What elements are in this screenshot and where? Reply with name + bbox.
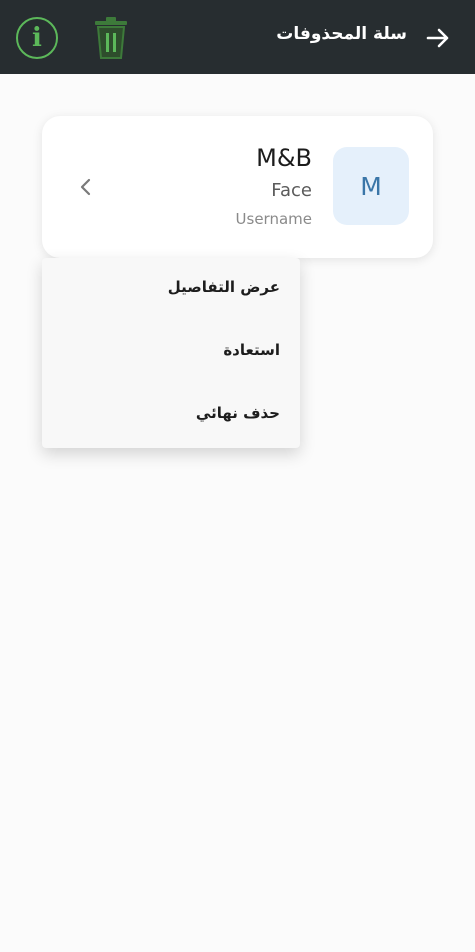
context-menu: عرض التفاصيل استعادة حذف نهائي: [42, 258, 300, 448]
chevron-left-icon[interactable]: [78, 178, 92, 196]
page-title: سلة المحذوفات: [276, 24, 407, 44]
menu-item-view-details[interactable]: عرض التفاصيل: [168, 278, 280, 296]
menu-item-restore[interactable]: استعادة: [223, 341, 280, 359]
menu-item-delete-permanently[interactable]: حذف نهائي: [196, 404, 280, 422]
info-icon[interactable]: i: [16, 17, 58, 59]
deleted-item-card[interactable]: M M&B Face Username: [42, 116, 433, 258]
app-bar: i سلة المحذوفات: [0, 0, 475, 74]
item-subtitle: Username: [235, 210, 312, 228]
arrow-right-icon[interactable]: [425, 25, 451, 51]
avatar: M: [333, 147, 409, 225]
item-type: Face: [271, 180, 312, 201]
item-name: M&B: [256, 144, 312, 172]
trash-icon[interactable]: [92, 16, 130, 60]
